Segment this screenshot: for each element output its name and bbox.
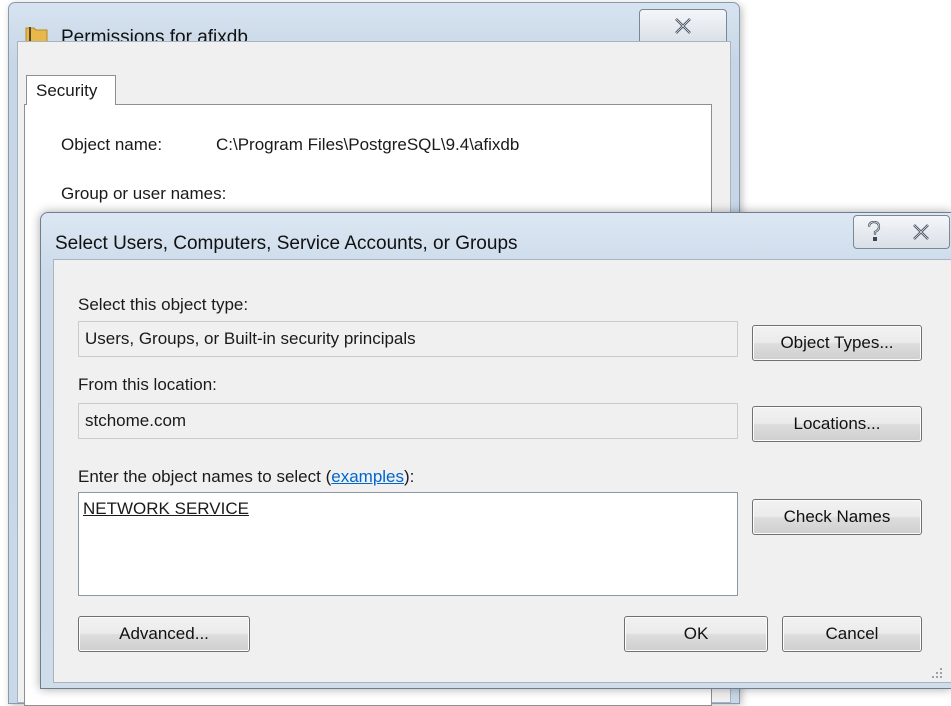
- object-types-button[interactable]: Object Types...: [752, 325, 922, 361]
- tab-security[interactable]: Security: [26, 75, 116, 105]
- examples-link[interactable]: examples: [331, 467, 404, 486]
- help-button[interactable]: [853, 215, 895, 249]
- permissions-close-button[interactable]: [639, 9, 727, 45]
- resize-grip-icon[interactable]: [928, 664, 944, 680]
- resolved-name[interactable]: NETWORK SERVICE: [83, 499, 249, 518]
- advanced-button[interactable]: Advanced...: [78, 616, 250, 652]
- enter-names-label: Enter the object names to select (exampl…: [78, 467, 414, 487]
- enter-names-suffix: ):: [404, 467, 415, 486]
- object-names-input[interactable]: NETWORK SERVICE: [78, 492, 738, 596]
- location-field: stchome.com: [78, 403, 738, 439]
- select-dialog-title: Select Users, Computers, Service Account…: [55, 233, 518, 254]
- check-names-button[interactable]: Check Names: [752, 499, 922, 535]
- select-dialog-close-button[interactable]: [893, 215, 950, 249]
- object-type-field: Users, Groups, or Built-in security prin…: [78, 321, 738, 357]
- group-or-user-names-label: Group or user names:: [61, 184, 227, 203]
- cancel-button[interactable]: Cancel: [782, 616, 922, 652]
- help-icon: [867, 221, 881, 241]
- locations-button[interactable]: Locations...: [752, 406, 922, 442]
- ok-button[interactable]: OK: [624, 616, 768, 652]
- object-name-value: C:\Program Files\PostgreSQL\9.4\afixdb: [216, 135, 520, 154]
- enter-names-prefix: Enter the object names to select (: [78, 467, 332, 486]
- close-icon: [675, 18, 691, 34]
- object-type-label: Select this object type:: [78, 295, 249, 314]
- object-name-label: Object name:: [61, 135, 163, 154]
- location-label: From this location:: [78, 375, 217, 394]
- close-icon: [913, 224, 929, 240]
